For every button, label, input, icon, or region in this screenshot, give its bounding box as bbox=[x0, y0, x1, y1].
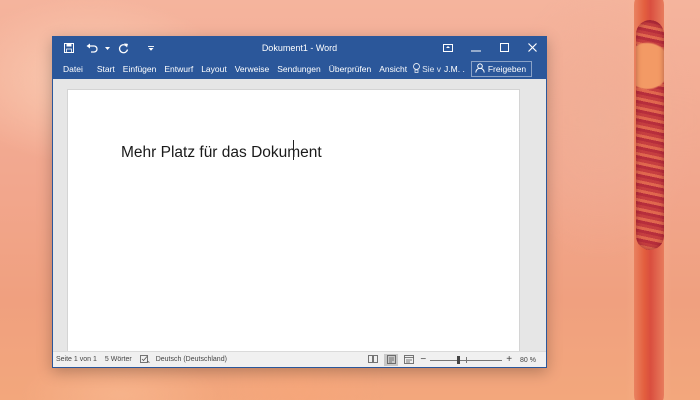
lightbulb-icon bbox=[413, 63, 421, 75]
text-cursor bbox=[293, 140, 294, 160]
redo-button[interactable] bbox=[111, 37, 135, 59]
ribbon-tabs: Datei Start Einfügen Entwurf Layout Verw… bbox=[53, 59, 546, 79]
zoom-in-button[interactable]: + bbox=[506, 354, 512, 366]
quick-access-toolbar bbox=[53, 37, 163, 59]
zoom-slider[interactable] bbox=[430, 356, 503, 364]
save-icon bbox=[64, 43, 74, 53]
zoom-slider-thumb[interactable] bbox=[457, 356, 461, 364]
status-bar: Seite 1 von 1 5 Wörter Deutsch (Deutschl… bbox=[53, 351, 546, 367]
tell-me-box[interactable]: Sie v bbox=[413, 63, 441, 75]
tab-review[interactable]: Überprüfen bbox=[325, 59, 376, 79]
tab-insert[interactable]: Einfügen bbox=[119, 59, 161, 79]
word-window: Dokument1 - Word Datei Start Einfügen En… bbox=[52, 36, 547, 368]
close-icon bbox=[527, 39, 537, 57]
title-bar: Dokument1 - Word bbox=[53, 37, 546, 59]
zoom-level[interactable]: 80 % bbox=[520, 357, 536, 364]
minimize-icon bbox=[471, 39, 481, 57]
page-count[interactable]: Seite 1 von 1 bbox=[56, 356, 97, 363]
tab-file[interactable]: Datei bbox=[53, 59, 93, 79]
close-button[interactable] bbox=[518, 37, 546, 59]
chevron-down-icon bbox=[104, 46, 110, 50]
vertical-scrollbar[interactable] bbox=[533, 79, 546, 353]
tab-design[interactable]: Entwurf bbox=[160, 59, 197, 79]
customize-quick-access-button[interactable] bbox=[139, 37, 163, 59]
tab-mailings[interactable]: Sendungen bbox=[273, 59, 325, 79]
share-label: Freigeben bbox=[487, 64, 527, 74]
language-indicator[interactable]: Deutsch (Deutschland) bbox=[156, 356, 227, 363]
page-icon bbox=[386, 354, 396, 366]
print-layout-button[interactable] bbox=[384, 354, 399, 366]
save-button[interactable] bbox=[57, 37, 81, 59]
tab-references[interactable]: Verweise bbox=[231, 59, 274, 79]
tab-view[interactable]: Ansicht bbox=[375, 59, 411, 79]
tell-me-text: Sie v bbox=[422, 64, 442, 74]
zoom-slider-midpoint bbox=[466, 357, 468, 363]
read-mode-button[interactable] bbox=[366, 354, 380, 366]
minimize-button[interactable] bbox=[462, 37, 490, 59]
document-page[interactable]: Mehr Platz für das Dokument bbox=[67, 89, 520, 353]
maximize-button[interactable] bbox=[490, 37, 518, 59]
undo-button[interactable] bbox=[81, 37, 103, 59]
document-text[interactable]: Mehr Platz für das Dokument bbox=[121, 144, 322, 162]
book-icon bbox=[368, 355, 379, 365]
document-canvas: Mehr Platz für das Dokument bbox=[53, 79, 546, 353]
tab-layout[interactable]: Layout bbox=[197, 59, 231, 79]
proofing-icon[interactable] bbox=[139, 354, 150, 365]
ribbon-display-icon bbox=[443, 39, 453, 57]
web-layout-button[interactable] bbox=[402, 354, 416, 366]
web-layout-icon bbox=[404, 354, 415, 366]
word-count[interactable]: 5 Wörter bbox=[105, 356, 132, 363]
user-account[interactable]: J.M. . bbox=[444, 64, 465, 74]
view-zoom-controls: − + 80 % bbox=[362, 352, 536, 367]
zoom-out-button[interactable]: − bbox=[420, 354, 426, 366]
share-button[interactable]: Freigeben bbox=[470, 61, 533, 77]
customize-dropdown-icon bbox=[148, 45, 154, 51]
redo-icon bbox=[118, 43, 129, 54]
undo-dropdown-button[interactable] bbox=[103, 37, 111, 59]
undo-icon bbox=[86, 43, 98, 53]
window-controls bbox=[434, 37, 546, 59]
maximize-icon bbox=[499, 39, 509, 57]
tab-start[interactable]: Start bbox=[93, 59, 119, 79]
ribbon-display-options-button[interactable] bbox=[434, 37, 462, 59]
background-plant-head bbox=[636, 20, 664, 250]
person-icon bbox=[475, 63, 488, 75]
